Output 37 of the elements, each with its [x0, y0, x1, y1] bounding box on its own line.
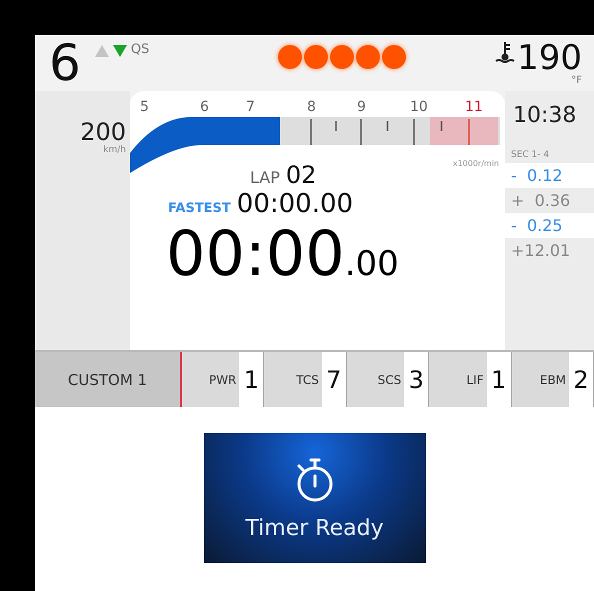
fastest-time: 00:00.00: [236, 189, 354, 219]
mode-value: 2: [569, 352, 594, 407]
lap-timer-hundredths: .00: [344, 244, 399, 284]
clock: 10:38: [512, 103, 578, 128]
rpm-label: 7: [246, 99, 255, 115]
rpm-label: 9: [357, 99, 366, 115]
quickshifter-label: QS: [130, 42, 150, 57]
rpm-label: 6: [200, 99, 209, 115]
lap-label: LAP: [250, 168, 280, 187]
rpm-label: 8: [307, 99, 316, 115]
mode-value: 3: [404, 352, 428, 407]
mode-label: SCS: [376, 372, 402, 388]
mode-value: 1: [239, 352, 264, 407]
mode-label: TCS: [295, 372, 320, 388]
fastest-label: FASTEST: [168, 201, 231, 216]
timer-status: Timer Ready: [245, 516, 384, 540]
coolant-temperature-icon: [495, 41, 516, 63]
rpm-label: 11: [465, 99, 483, 115]
speed-value: 200: [80, 119, 126, 145]
mode-label: EBM: [538, 372, 568, 388]
sector-delta: - 0.25: [505, 213, 594, 238]
riding-mode-profile: CUSTOM 1: [35, 352, 182, 407]
mode-value: 1: [486, 352, 511, 407]
lap-timer: 00:00: [166, 219, 345, 289]
mode-label: LIF: [465, 372, 485, 388]
rpm-label: 5: [140, 99, 149, 115]
mode-label: PWR: [208, 372, 238, 388]
mode-value: 7: [322, 352, 346, 407]
rpm-label: 10: [410, 99, 428, 115]
rpm-unit: x1000r/min: [452, 159, 499, 168]
sector-label: SEC 1- 4: [510, 150, 550, 160]
gear-indicator: 6: [49, 35, 81, 91]
temperature-unit: °F: [571, 75, 582, 86]
temperature-value: 190: [517, 41, 582, 75]
sector-delta: - 0.12: [505, 163, 594, 188]
speed-unit: km/h: [103, 145, 126, 155]
lap-number: 02: [286, 161, 316, 189]
